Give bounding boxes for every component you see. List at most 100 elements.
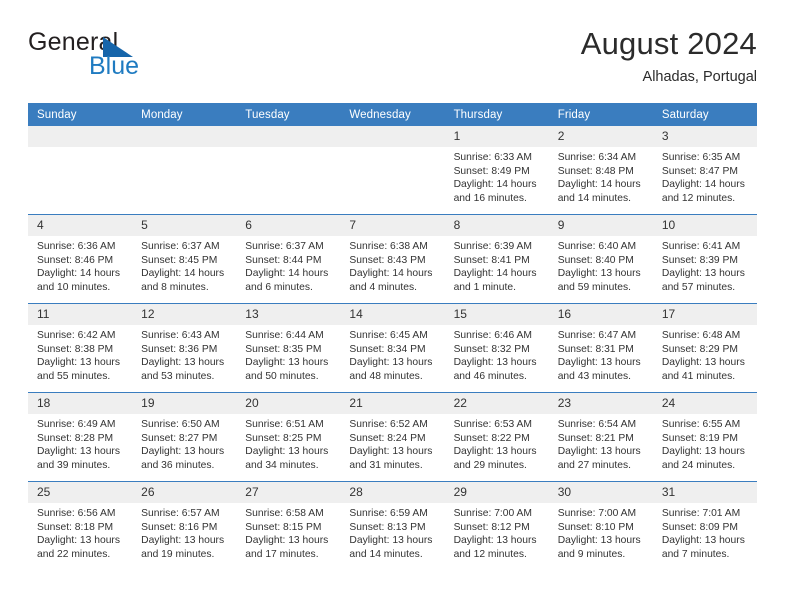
sunrise-time: Sunrise: 6:44 AM <box>245 330 324 341</box>
day-details: Sunrise: 7:00 AM Sunset: 8:10 PM Daylight:… <box>549 503 653 561</box>
sunset-time: Sunset: 8:28 PM <box>37 432 114 444</box>
sunset-time: Sunset: 8:40 PM <box>557 254 634 266</box>
calendar-day-cell[interactable]: 3 Sunrise: 6:35 AM Sunset: 8:47 PM Daylight… <box>652 126 757 215</box>
calendar-day-cell[interactable]: 27 Sunrise: 6:58 AM Sunset: 8:15 PM Dayligh… <box>236 481 341 570</box>
daylight-duration-line1: Daylight: 13 hours <box>557 446 641 458</box>
daylight-duration-line1: Daylight: 13 hours <box>349 535 433 547</box>
calendar-day-cell[interactable]: 5 Sunrise: 6:37 AM Sunset: 8:45 PM Daylight… <box>132 214 237 304</box>
calendar-week-row: 25 Sunrise: 6:56 AM Sunset: 8:18 PM Dayligh… <box>28 481 757 570</box>
daylight-duration-line2: and 10 minutes. <box>37 281 111 293</box>
sunset-time: Sunset: 8:35 PM <box>245 343 322 355</box>
page-subtitle-location: Alhadas, Portugal <box>642 69 757 85</box>
brand-logo[interactable]: General Blue <box>28 28 248 88</box>
title-block: August 2024 Alhadas, Portugal <box>581 24 757 88</box>
calendar-body: 1 Sunrise: 6:33 AM Sunset: 8:49 PM Daylight… <box>28 126 757 570</box>
sunset-time: Sunset: 8:31 PM <box>557 343 634 355</box>
daylight-duration-line2: and 27 minutes. <box>557 459 631 471</box>
day-number: 22 <box>444 393 549 414</box>
calendar-day-cell[interactable]: 26 Sunrise: 6:57 AM Sunset: 8:16 PM Dayligh… <box>132 481 237 570</box>
daylight-duration-line1: Daylight: 13 hours <box>661 535 745 547</box>
calendar-day-cell[interactable]: 7 Sunrise: 6:38 AM Sunset: 8:43 PM Daylight… <box>340 214 445 304</box>
day-number: 20 <box>236 393 341 414</box>
daylight-duration-line1: Daylight: 14 hours <box>245 268 329 280</box>
sunset-time: Sunset: 8:46 PM <box>37 254 114 266</box>
calendar-day-cell[interactable]: 31 Sunrise: 7:01 AM Sunset: 8:09 PM Dayligh… <box>652 481 757 570</box>
weekday-header-saturday: Saturday <box>652 103 757 126</box>
calendar-day-cell[interactable]: 22 Sunrise: 6:53 AM Sunset: 8:22 PM Dayligh… <box>444 392 549 482</box>
sunset-time: Sunset: 8:49 PM <box>453 165 530 177</box>
calendar-day-cell[interactable]: 24 Sunrise: 6:55 AM Sunset: 8:19 PM Dayligh… <box>652 392 757 482</box>
calendar-day-cell[interactable]: 17 Sunrise: 6:48 AM Sunset: 8:29 PM Dayligh… <box>652 303 757 393</box>
daylight-duration-line2: and 6 minutes. <box>245 281 313 293</box>
day-details: Sunrise: 6:54 AM Sunset: 8:21 PM Daylight:… <box>549 414 653 472</box>
calendar-day-cell[interactable]: 23 Sunrise: 6:54 AM Sunset: 8:21 PM Dayligh… <box>548 392 653 482</box>
day-details: Sunrise: 6:49 AM Sunset: 8:28 PM Daylight:… <box>28 414 132 472</box>
day-details: Sunrise: 6:46 AM Sunset: 8:32 PM Daylight:… <box>445 325 549 383</box>
day-details: Sunrise: 7:00 AM Sunset: 8:12 PM Daylight:… <box>445 503 549 561</box>
day-details: Sunrise: 6:59 AM Sunset: 8:13 PM Daylight:… <box>340 503 444 561</box>
daylight-duration-line2: and 12 minutes. <box>453 548 527 560</box>
day-number: 2 <box>548 126 653 147</box>
calendar-day-cell[interactable]: 21 Sunrise: 6:52 AM Sunset: 8:24 PM Dayligh… <box>340 392 445 482</box>
sunrise-time: Sunrise: 6:34 AM <box>557 152 637 163</box>
day-number: 4 <box>28 215 133 236</box>
calendar-day-cell[interactable]: 30 Sunrise: 7:00 AM Sunset: 8:10 PM Dayligh… <box>548 481 653 570</box>
day-number: 29 <box>444 482 549 503</box>
calendar-day-cell[interactable]: 25 Sunrise: 6:56 AM Sunset: 8:18 PM Dayligh… <box>28 481 133 570</box>
day-details: Sunrise: 6:58 AM Sunset: 8:15 PM Daylight:… <box>236 503 340 561</box>
day-number: 6 <box>236 215 341 236</box>
sunset-time: Sunset: 8:09 PM <box>661 521 738 533</box>
calendar-day-cell-empty <box>132 126 237 215</box>
calendar-day-cell[interactable]: 2 Sunrise: 6:34 AM Sunset: 8:48 PM Daylight… <box>548 126 653 215</box>
day-number: 31 <box>652 482 757 503</box>
calendar-day-cell-empty <box>28 126 133 215</box>
weekday-header-sunday: Sunday <box>28 103 133 126</box>
calendar-day-cell[interactable]: 1 Sunrise: 6:33 AM Sunset: 8:49 PM Daylight… <box>444 126 549 215</box>
sunrise-time: Sunrise: 6:42 AM <box>37 330 116 341</box>
sunrise-time: Sunrise: 6:33 AM <box>453 152 532 163</box>
calendar-day-cell[interactable]: 16 Sunrise: 6:47 AM Sunset: 8:31 PM Dayligh… <box>548 303 653 393</box>
calendar-day-cell[interactable]: 8 Sunrise: 6:39 AM Sunset: 8:41 PM Daylight… <box>444 214 549 304</box>
calendar-day-cell[interactable]: 18 Sunrise: 6:49 AM Sunset: 8:28 PM Dayligh… <box>28 392 133 482</box>
day-details: Sunrise: 6:56 AM Sunset: 8:18 PM Daylight:… <box>28 503 132 561</box>
calendar-day-cell[interactable]: 4 Sunrise: 6:36 AM Sunset: 8:46 PM Daylight… <box>28 214 133 304</box>
sunset-time: Sunset: 8:25 PM <box>245 432 322 444</box>
calendar-day-cell[interactable]: 29 Sunrise: 7:00 AM Sunset: 8:12 PM Dayligh… <box>444 481 549 570</box>
calendar-day-cell[interactable]: 15 Sunrise: 6:46 AM Sunset: 8:32 PM Dayligh… <box>444 303 549 393</box>
calendar-day-cell[interactable]: 28 Sunrise: 6:59 AM Sunset: 8:13 PM Dayligh… <box>340 481 445 570</box>
day-number: 23 <box>548 393 653 414</box>
calendar-day-cell[interactable]: 9 Sunrise: 6:40 AM Sunset: 8:40 PM Daylight… <box>548 214 653 304</box>
day-number: 5 <box>132 215 237 236</box>
sunset-time: Sunset: 8:10 PM <box>557 521 634 533</box>
day-number <box>28 126 133 147</box>
sunset-time: Sunset: 8:48 PM <box>557 165 634 177</box>
weekday-header-tuesday: Tuesday <box>236 103 341 126</box>
daylight-duration-line1: Daylight: 14 hours <box>141 268 225 280</box>
calendar-day-cell[interactable]: 19 Sunrise: 6:50 AM Sunset: 8:27 PM Dayligh… <box>132 392 237 482</box>
sunrise-time: Sunrise: 6:35 AM <box>661 152 741 163</box>
sunset-time: Sunset: 8:24 PM <box>349 432 426 444</box>
calendar-day-cell[interactable]: 14 Sunrise: 6:45 AM Sunset: 8:34 PM Dayligh… <box>340 303 445 393</box>
sunrise-time: Sunrise: 6:54 AM <box>557 419 637 430</box>
calendar-day-cell[interactable]: 10 Sunrise: 6:41 AM Sunset: 8:39 PM Dayligh… <box>652 214 757 304</box>
daylight-duration-line1: Daylight: 13 hours <box>37 535 120 547</box>
sunset-time: Sunset: 8:34 PM <box>349 343 426 355</box>
calendar-day-cell[interactable]: 12 Sunrise: 6:43 AM Sunset: 8:36 PM Dayligh… <box>132 303 237 393</box>
calendar-day-cell[interactable]: 6 Sunrise: 6:37 AM Sunset: 8:44 PM Daylight… <box>236 214 341 304</box>
day-number: 25 <box>28 482 133 503</box>
daylight-duration-line2: and 50 minutes. <box>245 370 319 382</box>
daylight-duration-line2: and 36 minutes. <box>141 459 215 471</box>
daylight-duration-line1: Daylight: 14 hours <box>37 268 120 280</box>
sunrise-time: Sunrise: 6:45 AM <box>349 330 428 341</box>
day-details: Sunrise: 6:43 AM Sunset: 8:36 PM Daylight:… <box>132 325 236 383</box>
daylight-duration-line1: Daylight: 13 hours <box>557 535 641 547</box>
sunrise-time: Sunrise: 6:57 AM <box>141 508 220 519</box>
daylight-duration-line1: Daylight: 13 hours <box>661 268 745 280</box>
daylight-duration-line1: Daylight: 13 hours <box>37 357 120 369</box>
calendar-day-cell[interactable]: 13 Sunrise: 6:44 AM Sunset: 8:35 PM Dayligh… <box>236 303 341 393</box>
calendar-day-cell[interactable]: 11 Sunrise: 6:42 AM Sunset: 8:38 PM Dayligh… <box>28 303 133 393</box>
daylight-duration-line2: and 59 minutes. <box>557 281 631 293</box>
sunrise-time: Sunrise: 6:39 AM <box>453 241 532 252</box>
daylight-duration-line2: and 17 minutes. <box>245 548 319 560</box>
calendar-day-cell[interactable]: 20 Sunrise: 6:51 AM Sunset: 8:25 PM Dayligh… <box>236 392 341 482</box>
